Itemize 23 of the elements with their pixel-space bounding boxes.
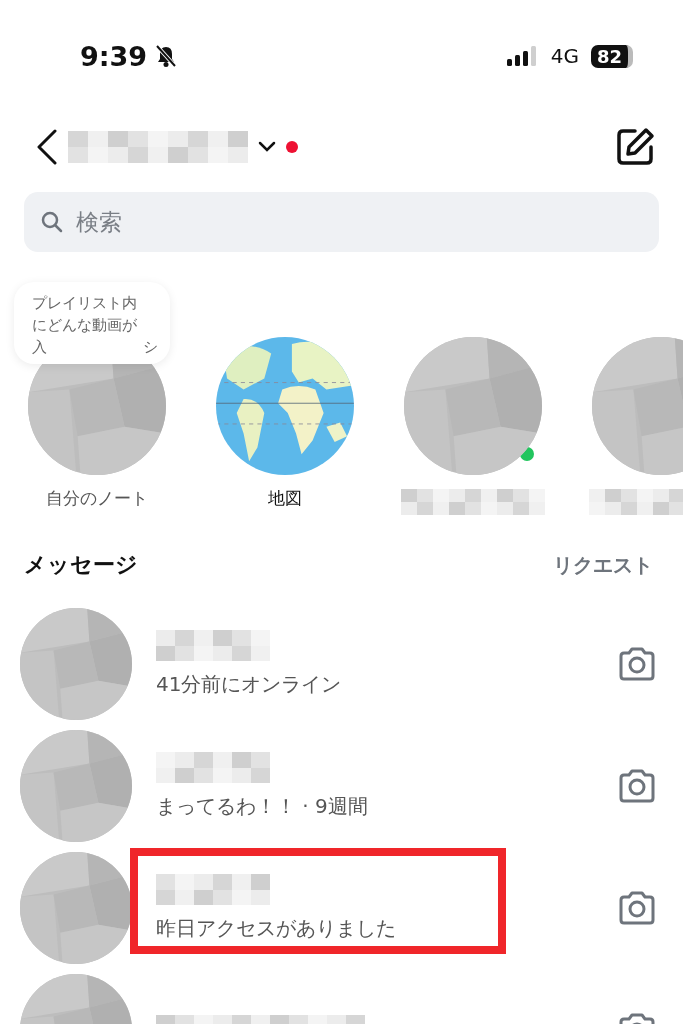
story-label[interactable]: 自分のノート: [46, 487, 148, 510]
note-text: にどんな動画が: [32, 315, 138, 336]
signal-icon: [506, 46, 539, 66]
compose-icon[interactable]: [615, 127, 655, 167]
status-time: 9:39: [80, 40, 148, 72]
camera-icon[interactable]: [617, 768, 657, 804]
conversation-preview[interactable]: 昨日アクセスがありました: [156, 914, 603, 942]
section-title: メッセージ: [24, 551, 138, 579]
story-label[interactable]: 地図: [268, 487, 302, 510]
camera-icon[interactable]: [617, 646, 657, 682]
search-field[interactable]: 検索: [24, 192, 659, 252]
network-label: 4G: [550, 44, 579, 68]
note-text: シ: [143, 337, 158, 358]
camera-icon[interactable]: [617, 890, 657, 926]
battery-indicator: 82: [590, 44, 633, 68]
note-tooltip[interactable]: プレイリスト内 にどんな動画が 入 シ: [14, 282, 170, 364]
back-icon[interactable]: [36, 129, 58, 165]
conversation-preview[interactable]: まってるわ！！ · 9週間: [156, 792, 603, 820]
note-text: プレイリスト内: [32, 293, 138, 314]
requests-link[interactable]: リクエスト: [553, 551, 653, 579]
conversation-preview[interactable]: 41分前にオンライン: [156, 670, 603, 698]
chevron-down-icon[interactable]: [258, 141, 276, 153]
note-text: 入: [32, 337, 47, 358]
